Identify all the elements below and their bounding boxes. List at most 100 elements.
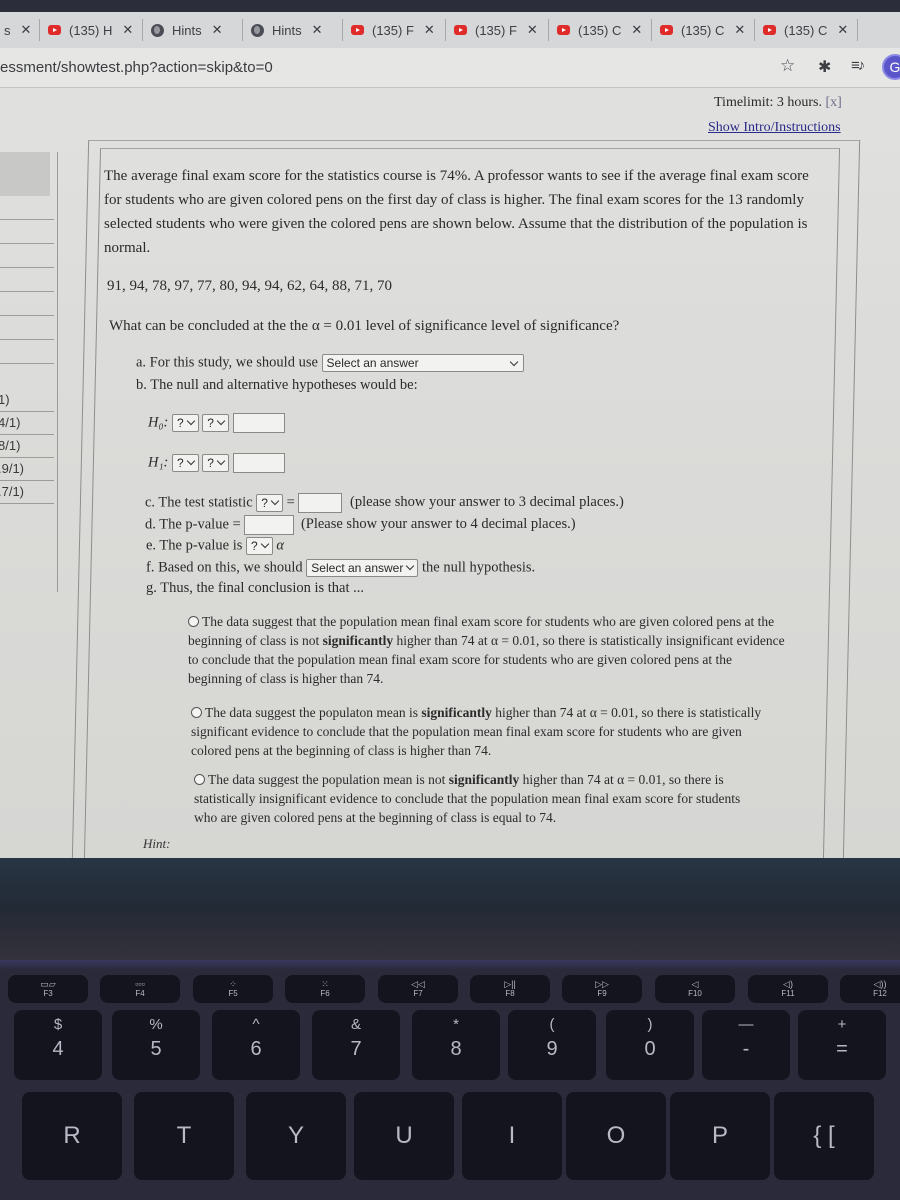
- part-d-note: (Please show your answer to 4 decimal pl…: [300, 516, 576, 533]
- radio-button[interactable]: [188, 616, 199, 627]
- select-value: ?: [207, 456, 214, 470]
- media-control-icon[interactable]: ≡♪: [851, 57, 865, 74]
- tab-close-icon[interactable]: ✕: [837, 22, 848, 38]
- sidebar-item[interactable]: 8/1): [0, 434, 54, 458]
- key-{[interactable]: { [: [774, 1092, 874, 1180]
- function-key-f10[interactable]: ◁ F10: [655, 975, 735, 1003]
- key-i[interactable]: I: [462, 1092, 562, 1180]
- part-d-label: d. The p-value =: [145, 516, 241, 533]
- key-shift-label: ): [647, 1016, 653, 1033]
- sidebar-item[interactable]: 1): [0, 388, 54, 412]
- conclusion-option[interactable]: The data suggest that the population mea…: [188, 612, 788, 688]
- browser-tab[interactable]: (135) H ✕: [40, 19, 143, 41]
- tab-close-icon[interactable]: ✕: [631, 22, 642, 38]
- tab-close-icon[interactable]: ✕: [424, 22, 435, 38]
- tab-title: (135) C: [784, 22, 828, 38]
- hint-label[interactable]: Hint:: [143, 836, 170, 852]
- conclusion-option[interactable]: The data suggest the populaton mean is s…: [191, 703, 781, 760]
- key-y[interactable]: Y: [246, 1092, 346, 1180]
- function-key-f12[interactable]: ◁)) F12: [840, 975, 900, 1003]
- browser-tab[interactable]: (135) C ✕: [549, 19, 652, 41]
- sidebar-item[interactable]: [0, 316, 54, 340]
- tab-close-icon[interactable]: ✕: [21, 22, 32, 38]
- address-bar-url[interactable]: essment/showtest.php?action=skip&to=0: [0, 59, 273, 76]
- function-key-icon: ◁)): [873, 979, 887, 989]
- function-key-f8[interactable]: ▷|| F8: [470, 975, 550, 1003]
- show-intro-link[interactable]: Show Intro/Instructions: [708, 120, 841, 136]
- tab-close-icon[interactable]: ✕: [312, 22, 323, 38]
- option-text: The data suggest the population mean is …: [208, 772, 449, 787]
- key-6[interactable]: ^ 6: [212, 1010, 300, 1080]
- tab-close-icon[interactable]: ✕: [527, 22, 538, 38]
- key-0[interactable]: ) 0: [606, 1010, 694, 1080]
- browser-tab[interactable]: Hints ✕: [243, 19, 343, 41]
- radio-button[interactable]: [194, 774, 205, 785]
- tab-title: (135) H: [69, 22, 113, 38]
- browser-tab[interactable]: (135) C ✕: [755, 19, 858, 41]
- profile-avatar[interactable]: G: [882, 54, 900, 80]
- sidebar-item[interactable]: [0, 244, 54, 268]
- test-statistic-input[interactable]: [298, 493, 343, 513]
- laptop-screen: s ✕ (135) H ✕ Hints ✕ Hints ✕ (135) F ✕ …: [0, 0, 900, 858]
- h1-value-input[interactable]: [232, 453, 285, 473]
- tab-close-icon[interactable]: ✕: [212, 22, 223, 38]
- sidebar-item[interactable]: [0, 292, 54, 316]
- sidebar-item[interactable]: .9/1): [0, 457, 54, 481]
- p-value-comparison-select[interactable]: ?: [246, 537, 273, 555]
- bookmark-star-icon[interactable]: ☆: [780, 56, 795, 76]
- key-7[interactable]: & 7: [312, 1010, 400, 1080]
- test-type-select[interactable]: Select an answer: [321, 354, 524, 372]
- key-5[interactable]: % 5: [112, 1010, 200, 1080]
- function-key-f5[interactable]: ⁘ F5: [193, 975, 273, 1003]
- h0-value-input[interactable]: [232, 413, 285, 433]
- key-t[interactable]: T: [134, 1092, 234, 1180]
- h1-parameter-select[interactable]: ?: [171, 454, 199, 472]
- h0-label: H₀:: [148, 414, 169, 431]
- key-r[interactable]: R: [22, 1092, 122, 1180]
- extensions-puzzle-icon[interactable]: ✱: [818, 57, 831, 77]
- function-key-f3[interactable]: ▭▱ F3: [8, 975, 88, 1003]
- key-=[interactable]: + =: [798, 1010, 886, 1080]
- function-key-icon: ◁◁: [411, 979, 425, 989]
- test-statistic-type-select[interactable]: ?: [256, 494, 283, 512]
- sidebar-item[interactable]: .7/1): [0, 480, 54, 504]
- chevron-down-icon: [216, 456, 226, 466]
- function-key-f11[interactable]: ◁) F11: [748, 975, 828, 1003]
- function-key-f7[interactable]: ◁◁ F7: [378, 975, 458, 1003]
- function-key-label: F10: [688, 989, 702, 998]
- key-8[interactable]: * 8: [412, 1010, 500, 1080]
- function-key-f9[interactable]: ▷▷ F9: [562, 975, 642, 1003]
- key-p[interactable]: P: [670, 1092, 770, 1180]
- function-key-icon: ⁘: [229, 979, 237, 989]
- tab-close-icon[interactable]: ✕: [734, 22, 745, 38]
- sidebar-item[interactable]: [0, 340, 54, 364]
- function-key-f6[interactable]: ⁙ F6: [285, 975, 365, 1003]
- browser-tab[interactable]: s ✕: [0, 19, 40, 41]
- sidebar-item[interactable]: 4/1): [0, 411, 54, 435]
- key-4[interactable]: $4: [14, 1010, 102, 1080]
- sample-data: 91, 94, 78, 97, 77, 80, 94, 94, 62, 64, …: [107, 278, 392, 294]
- browser-tab[interactable]: (135) F ✕: [446, 19, 549, 41]
- sidebar-item[interactable]: [0, 220, 54, 244]
- radio-button[interactable]: [191, 707, 202, 718]
- decision-select[interactable]: Select an answer: [306, 559, 419, 577]
- key-9[interactable]: (9: [508, 1010, 596, 1080]
- part-c-label: c. The test statistic: [145, 494, 253, 511]
- h0-parameter-select[interactable]: ?: [171, 414, 199, 432]
- function-key-f4[interactable]: ▫▫▫ F4: [100, 975, 180, 1003]
- tab-close-icon[interactable]: ✕: [122, 22, 133, 38]
- sidebar-item[interactable]: [0, 196, 54, 220]
- key-o[interactable]: O: [566, 1092, 666, 1180]
- browser-tab[interactable]: Hints ✕: [143, 19, 243, 41]
- h0-operator-select[interactable]: ?: [202, 414, 229, 432]
- browser-tab[interactable]: (135) C ✕: [652, 19, 755, 41]
- p-value-input[interactable]: [244, 515, 295, 535]
- h1-operator-select[interactable]: ?: [202, 454, 229, 472]
- time-limit-close-button[interactable]: [x]: [826, 95, 842, 110]
- conclusion-option[interactable]: The data suggest the population mean is …: [194, 770, 754, 827]
- key-u[interactable]: U: [354, 1092, 454, 1180]
- key--[interactable]: — -: [702, 1010, 790, 1080]
- browser-tab[interactable]: (135) F ✕: [343, 19, 446, 41]
- option-emphasis: significantly: [421, 705, 492, 720]
- sidebar-item[interactable]: [0, 268, 54, 292]
